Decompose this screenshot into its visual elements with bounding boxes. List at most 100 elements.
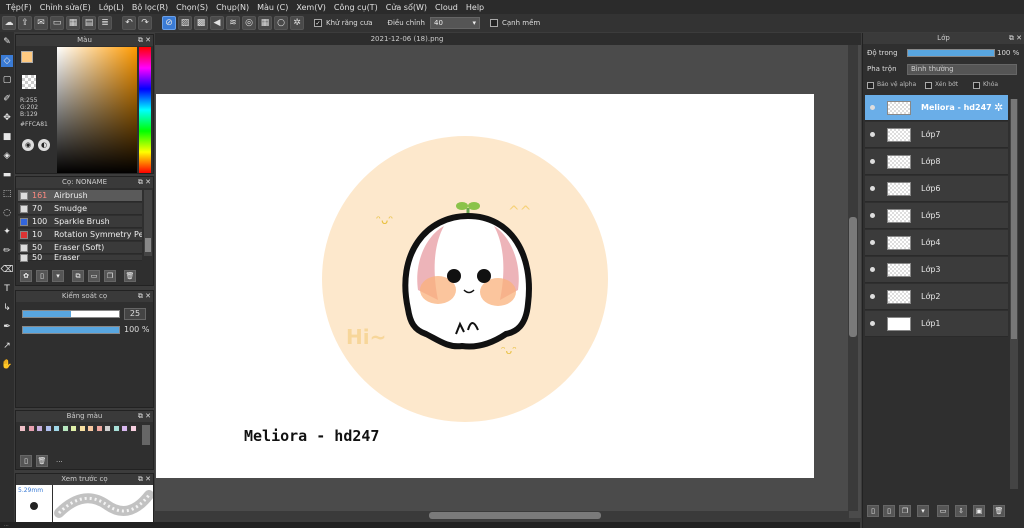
layer-mask-icon[interactable]: ▣ [973, 505, 985, 517]
ruler-icon[interactable]: ◀ [210, 16, 224, 30]
palette-delete-icon[interactable]: 🗑 [36, 455, 48, 467]
eyedropper-icon[interactable]: ✒ [1, 321, 13, 333]
palette-swatch[interactable] [95, 425, 103, 432]
new-layer-icon[interactable]: ▯ [867, 505, 879, 517]
panel-controls-icon[interactable]: ⧉ ✕ [138, 411, 151, 422]
gear-ruler-icon[interactable]: ✲ [290, 16, 304, 30]
palette-swatch[interactable] [87, 425, 94, 432]
brush-settings-icon[interactable]: ✿ [20, 270, 32, 282]
brush-opacity-slider[interactable] [22, 326, 120, 334]
layer-row[interactable]: Lớp5 [865, 203, 1008, 229]
hatch-icon[interactable]: ▨ [178, 16, 192, 30]
menu-item[interactable]: Lớp(L) [95, 3, 128, 12]
eye-icon[interactable] [870, 321, 875, 326]
palette-new-icon[interactable]: ▯ [20, 455, 32, 467]
layer-row[interactable]: Lớp3 [865, 257, 1008, 283]
foreground-color-swatch[interactable] [21, 51, 33, 63]
saturation-value-picker[interactable] [57, 47, 137, 173]
copy-layer-icon[interactable]: ❐ [899, 505, 911, 517]
brush-size-slider[interactable] [22, 310, 120, 318]
eye-icon[interactable] [870, 105, 875, 110]
grid-icon[interactable]: ▦ [66, 16, 80, 30]
merge-layer-icon[interactable]: ⇩ [955, 505, 967, 517]
brush-scrollbar[interactable] [144, 190, 152, 256]
brush-item[interactable]: 10 Rotation Symmetry Pen [18, 229, 142, 241]
panel-controls-icon[interactable]: ⧉ ✕ [138, 177, 151, 188]
hand-icon[interactable]: ✋ [1, 359, 13, 371]
pen-icon[interactable]: ✎ [1, 36, 13, 48]
redo-icon[interactable]: ↷ [138, 16, 152, 30]
cloud-icon[interactable]: ☁ [2, 16, 16, 30]
panel-controls-icon[interactable]: ⧉ ✕ [138, 35, 151, 46]
palette-swatch[interactable] [36, 425, 43, 432]
gear-icon[interactable]: ✲ [994, 101, 1003, 114]
palette-swatch[interactable] [112, 425, 120, 432]
menu-item[interactable]: Cloud [431, 3, 462, 12]
divide-icon[interactable]: ↳ [1, 302, 13, 314]
select-eraser-icon[interactable]: ⌫ [1, 264, 14, 276]
layer-row[interactable]: Lớp2 [865, 284, 1008, 310]
canvas-area[interactable]: ᵔᴗᵔ ^^ ᵔᴗᵔ Hi~ Meliora - hd247 [155, 45, 861, 518]
menu-item[interactable]: Màu (C) [253, 3, 292, 12]
layer-menu-icon[interactable]: ▾ [917, 505, 929, 517]
eye-icon[interactable] [870, 186, 875, 191]
menu-item[interactable]: Công cụ(T) [330, 3, 382, 12]
palette-swatch[interactable] [53, 425, 60, 432]
no-selection-icon[interactable]: ⊘ [162, 16, 176, 30]
brush-item[interactable]: 161 Airbrush [18, 190, 142, 202]
window-icon[interactable]: ▭ [50, 16, 64, 30]
eye-icon[interactable] [870, 132, 875, 137]
pen-tool-icon[interactable]: ↗ [1, 340, 13, 352]
menu-item[interactable]: Xem(V) [292, 3, 330, 12]
square-icon[interactable]: ■ [1, 131, 13, 143]
canvas-vertical-scrollbar[interactable] [848, 45, 858, 511]
menu-item[interactable]: Help [462, 3, 488, 12]
brush-item[interactable]: 70 Smudge [18, 203, 142, 215]
bucket-icon[interactable]: ◈ [1, 150, 13, 162]
brush-duplicate-icon[interactable]: ❐ [104, 270, 116, 282]
layer-row[interactable]: Lớp4 [865, 230, 1008, 256]
layer-row[interactable]: Lớp8 [865, 149, 1008, 175]
lasso-icon[interactable]: ◌ [1, 207, 13, 219]
move-icon[interactable]: ✥ [1, 112, 13, 124]
palette-swatch[interactable] [104, 425, 111, 432]
export-icon[interactable]: ⇪ [18, 16, 32, 30]
eye-icon[interactable] [870, 240, 875, 245]
layer-row[interactable]: Lớp7 [865, 122, 1008, 148]
brush-size-value[interactable]: 25 [124, 308, 146, 320]
select-rect-icon[interactable]: ▢ [1, 74, 13, 86]
menu-item[interactable]: Cửa sổ(W) [382, 3, 431, 12]
delete-layer-icon[interactable]: 🗑 [993, 505, 1005, 517]
palette-swatch[interactable] [44, 425, 52, 432]
layer-row[interactable]: Lớp1 [865, 311, 1008, 337]
eye-icon[interactable] [870, 213, 875, 218]
layer-row[interactable]: Meliora - hd247 ✲ [865, 95, 1008, 121]
brush-add-icon[interactable]: ▾ [52, 270, 64, 282]
adjust-select[interactable]: 40 ▾ [430, 17, 480, 29]
protect-alpha-checkbox[interactable] [867, 82, 874, 89]
lines-icon[interactable]: ≋ [226, 16, 240, 30]
palette-swatch[interactable] [19, 425, 26, 432]
chat-icon[interactable]: ✉ [34, 16, 48, 30]
fill-grid-icon[interactable]: ▩ [194, 16, 208, 30]
layer-opacity-slider[interactable] [907, 49, 995, 57]
list-icon[interactable]: ≣ [98, 16, 112, 30]
canvas-horizontal-scrollbar[interactable] [155, 511, 849, 520]
layer-row[interactable]: Lớp6 [865, 176, 1008, 202]
brush-folder-icon[interactable]: ▭ [88, 270, 100, 282]
new-brush-icon[interactable]: ▯ [36, 270, 48, 282]
lock-checkbox[interactable] [973, 82, 980, 89]
circle-ruler-icon[interactable]: ◎ [242, 16, 256, 30]
panel-controls-icon[interactable]: ⧉ ✕ [138, 291, 151, 302]
text-icon[interactable]: T [1, 283, 13, 295]
menu-item[interactable]: Bộ lọc(R) [128, 3, 172, 12]
layer-folder-icon[interactable]: ▭ [937, 505, 949, 517]
soft-edge-checkbox[interactable] [490, 19, 498, 27]
document-tab[interactable]: 2021-12-06 (18).png [307, 33, 507, 45]
eye-icon[interactable] [870, 159, 875, 164]
eraser-icon[interactable]: ◇ [1, 55, 13, 67]
document-icon[interactable]: ▤ [82, 16, 96, 30]
new-layer-2-icon[interactable]: ▯ [883, 505, 895, 517]
eye-icon[interactable] [870, 267, 875, 272]
palette-icon[interactable]: ◉ [22, 139, 34, 151]
